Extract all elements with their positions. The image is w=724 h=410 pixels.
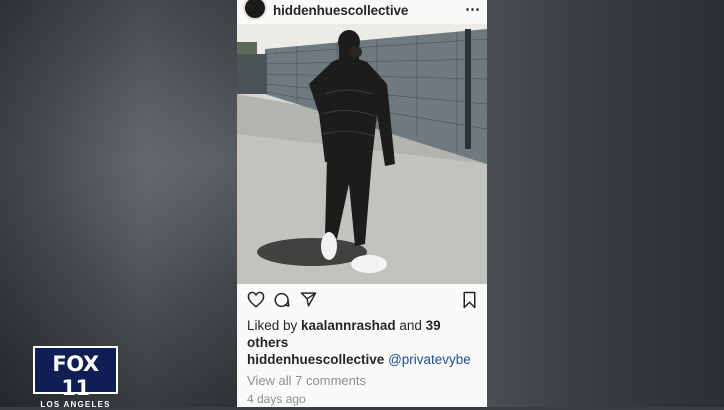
post-photo[interactable] <box>237 24 487 284</box>
post-photo-image <box>237 24 487 284</box>
caption-username[interactable]: hiddenhuescollective <box>247 352 384 367</box>
instagram-post: hiddenhuescollective ⋯ Liked by kaalannr… <box>237 0 487 407</box>
likes-user[interactable]: kaalannrashad <box>301 318 396 333</box>
likes-prefix: Liked by <box>247 318 302 333</box>
caption-mention[interactable]: @privatevybe <box>388 352 471 367</box>
background-right <box>487 0 724 407</box>
logo-sub-text: LOS ANGELES <box>40 400 111 409</box>
share-icon[interactable] <box>300 291 317 308</box>
heart-icon[interactable] <box>247 291 265 309</box>
post-header: hiddenhuescollective ⋯ <box>237 0 487 24</box>
post-username[interactable]: hiddenhuescollective <box>273 3 408 18</box>
view-comments-link[interactable]: View all 7 comments <box>247 373 366 388</box>
logo-main-text: FOX 11 <box>52 352 99 400</box>
likes-summary[interactable]: Liked by kaalannrashad and 39 others <box>247 317 477 351</box>
comment-icon[interactable] <box>273 291 291 309</box>
likes-count[interactable]: 39 <box>426 318 441 333</box>
likes-others[interactable]: others <box>247 335 288 350</box>
post-actions <box>237 287 487 313</box>
avatar[interactable] <box>243 0 267 20</box>
station-logo: FOX 11 LOS ANGELES <box>33 346 118 409</box>
more-horizontal-icon[interactable]: ⋯ <box>465 0 481 18</box>
post-timestamp: 4 days ago <box>247 392 306 406</box>
post-caption: hiddenhuescollective @privatevybe <box>247 352 471 367</box>
likes-and: and <box>395 318 426 333</box>
bookmark-icon[interactable] <box>462 291 477 309</box>
